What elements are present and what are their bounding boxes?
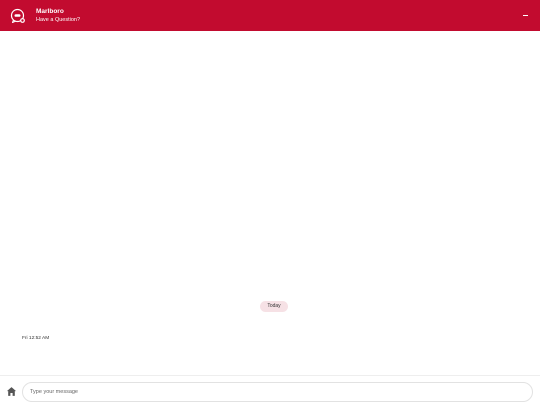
minimize-icon	[523, 15, 528, 16]
chat-subtitle: Have a Question?	[36, 17, 81, 23]
chat-title: Marlboro	[36, 8, 64, 15]
chat-bubble-icon	[10, 8, 25, 24]
chat-messages: Today Fri 12:52 AM	[0, 31, 540, 375]
message-composer	[0, 375, 540, 405]
minimize-button[interactable]	[520, 9, 532, 21]
date-separator: Today	[260, 301, 288, 312]
home-icon[interactable]	[6, 386, 17, 397]
message-timestamp: Fri 12:52 AM	[22, 336, 50, 341]
chat-header: Marlboro Have a Question?	[0, 0, 540, 31]
message-input[interactable]	[22, 382, 533, 402]
